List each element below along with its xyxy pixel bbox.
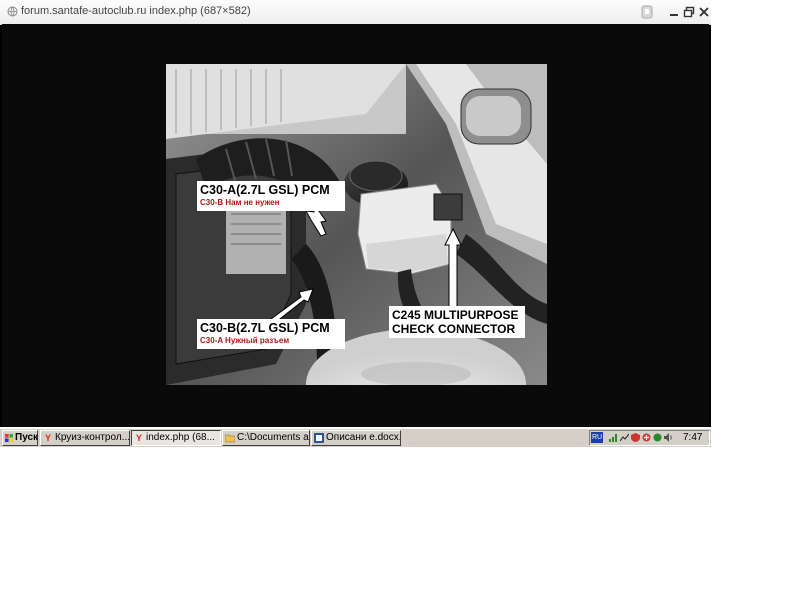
pin-icon[interactable]: [640, 5, 654, 19]
start-button[interactable]: Пуск: [2, 430, 38, 446]
shield-icon[interactable]: [631, 433, 640, 442]
security-icon[interactable]: [653, 433, 662, 442]
language-indicator[interactable]: RU: [591, 432, 603, 443]
taskbar-button-cruise[interactable]: Y Круиз-контрол...: [40, 430, 130, 446]
callout-c30a-note: C30-B Нам не нужен: [200, 197, 280, 207]
minimize-icon[interactable]: [667, 5, 681, 19]
callout-c245-line1: C245 MULTIPURPOSE: [392, 308, 519, 322]
window-titlebar: forum.santafe-autoclub.ru index.php (687…: [0, 0, 711, 25]
antivirus-icon[interactable]: [642, 433, 651, 442]
folder-icon: [225, 434, 235, 443]
taskbar-button-label: index.php (68...: [146, 432, 215, 443]
restore-icon[interactable]: [682, 5, 696, 19]
taskbar-button-label: Описани e.docx...: [326, 432, 401, 443]
chart-icon[interactable]: [620, 433, 629, 442]
browser-window: forum.santafe-autoclub.ru index.php (687…: [0, 0, 711, 447]
speaker-icon[interactable]: [664, 433, 673, 442]
callout-c245-line2: CHECK CONNECTOR: [392, 322, 516, 336]
callout-c30a: C30-A(2.7L GSL) PCM C30-B Нам не нужен: [197, 181, 345, 211]
windows-flag-icon: [5, 434, 13, 442]
callout-c30b: C30-B(2.7L GSL) PCM C30-A Нужный разъем: [197, 319, 345, 349]
taskbar-button-documents[interactable]: C:\Documents a...: [222, 430, 310, 446]
taskbar-button-label: C:\Documents a...: [237, 432, 310, 443]
network-icon[interactable]: [609, 433, 618, 442]
window-title: forum.santafe-autoclub.ru index.php (687…: [21, 5, 251, 17]
yandex-icon: Y: [44, 433, 51, 443]
callout-c30a-title: C30-A(2.7L GSL) PCM: [200, 183, 330, 197]
system-tray: RU 7:47: [589, 430, 710, 446]
callout-c30b-note: C30-A Нужный разъем: [200, 335, 290, 345]
callout-c245: C245 MULTIPURPOSE CHECK CONNECTOR: [389, 306, 525, 338]
word-icon: [314, 433, 324, 443]
globe-icon: [7, 6, 18, 17]
taskbar-button-index[interactable]: Y index.php (68...: [131, 430, 221, 446]
clock: 7:47: [683, 432, 703, 443]
start-label: Пуск: [15, 432, 39, 443]
close-icon[interactable]: [697, 5, 711, 19]
yandex-icon: Y: [135, 433, 142, 443]
taskbar-button-label: Круиз-контрол...: [55, 432, 130, 443]
taskbar-button-word[interactable]: Описани e.docx...: [311, 430, 401, 446]
callout-c30b-title: C30-B(2.7L GSL) PCM: [200, 321, 330, 335]
taskbar: Пуск Y Круиз-контрол... Y index.php (68.…: [0, 427, 711, 447]
